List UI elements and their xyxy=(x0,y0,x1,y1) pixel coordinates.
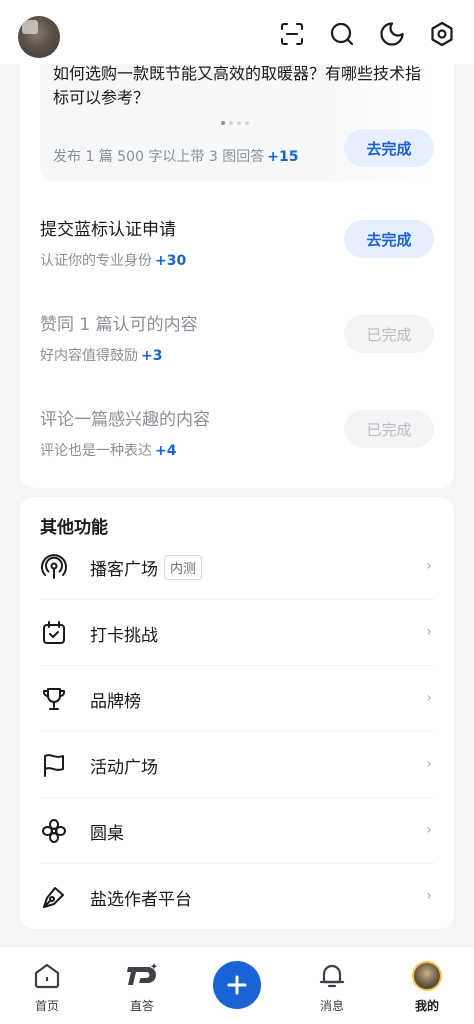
function-label: 活动广场 xyxy=(90,757,158,778)
bell-icon xyxy=(315,959,349,993)
task-bonus: +4 xyxy=(155,443,177,459)
carousel-dot xyxy=(237,121,241,125)
flower-icon xyxy=(40,817,68,845)
settings-icon[interactable] xyxy=(428,20,456,48)
function-label: 打卡挑战 xyxy=(90,625,158,646)
function-item-events[interactable]: 活动广场 › xyxy=(40,732,434,798)
function-item-podcast[interactable]: 播客广场 内测 › xyxy=(40,534,434,600)
task-comment-button[interactable]: 已完成 xyxy=(344,410,434,448)
nav-item-messages[interactable]: 消息 xyxy=(292,959,372,1014)
nav-item-home[interactable]: 首页 xyxy=(7,959,87,1014)
search-icon[interactable] xyxy=(328,20,356,48)
bottom-nav: 首页 直答 消息 我的 xyxy=(0,946,474,1024)
top-bar xyxy=(0,0,474,64)
function-label: 播客广场 xyxy=(90,559,158,580)
function-item-author-platform[interactable]: 盐选作者平台 › xyxy=(40,864,434,930)
beta-tag: 内测 xyxy=(164,554,203,580)
chevron-right-icon: › xyxy=(426,822,432,838)
task-bonus: +30 xyxy=(155,253,187,269)
nav-item-zhida[interactable]: 直答 xyxy=(102,959,182,1014)
trophy-icon xyxy=(40,685,68,713)
nav-label: 我的 xyxy=(414,999,439,1013)
task-upvote-button[interactable]: 已完成 xyxy=(344,315,434,353)
question-task-button[interactable]: 去完成 xyxy=(344,129,434,167)
task-bonus: +3 xyxy=(141,348,163,364)
other-functions-card: 其他功能 播客广场 内测 › 打卡挑战 › 品牌榜 › 活动广场 › 圆桌 › … xyxy=(20,497,454,929)
nav-label: 消息 xyxy=(319,999,344,1013)
task-desc: 认证你的专业身份 xyxy=(40,253,152,269)
carousel-dot xyxy=(229,121,233,125)
user-avatar[interactable] xyxy=(18,16,60,58)
question-text[interactable]: 如何选购一款既节能又高效的取暖器？有哪些技术指标可以参考？ xyxy=(53,62,423,110)
task-certification-button[interactable]: 去完成 xyxy=(344,220,434,258)
scan-icon[interactable] xyxy=(278,20,306,48)
carousel-dot xyxy=(245,121,249,125)
chevron-right-icon: › xyxy=(426,558,432,574)
moon-icon[interactable] xyxy=(378,20,406,48)
podcast-icon xyxy=(40,553,68,581)
chevron-right-icon: › xyxy=(426,888,432,904)
task-desc: 评论也是一种表达 xyxy=(40,443,152,459)
create-button[interactable] xyxy=(213,961,261,1009)
nav-label: 直答 xyxy=(129,999,154,1013)
task-desc: 好内容值得鼓励 xyxy=(40,348,138,364)
nav-label: 首页 xyxy=(34,999,59,1013)
function-item-checkin[interactable]: 打卡挑战 › xyxy=(40,600,434,666)
chevron-right-icon: › xyxy=(426,756,432,772)
nav-item-profile[interactable]: 我的 xyxy=(387,959,467,1014)
chevron-right-icon: › xyxy=(426,624,432,640)
tasks-card: 如何选购一款既节能又高效的取暖器？有哪些技术指标可以参考？ 发布 1 篇 500… xyxy=(20,40,454,488)
question-task-desc: 发布 1 篇 500 字以上带 3 图回答 xyxy=(53,149,265,165)
function-label: 盐选作者平台 xyxy=(90,889,192,910)
question-task-sub: 发布 1 篇 500 字以上带 3 图回答 +15 xyxy=(53,146,298,166)
plus-icon xyxy=(227,975,247,995)
calendar-check-icon xyxy=(40,619,68,647)
flag-icon xyxy=(40,751,68,779)
function-item-brand-ranking[interactable]: 品牌榜 › xyxy=(40,666,434,732)
chevron-right-icon: › xyxy=(426,690,432,706)
question-task-bonus: +15 xyxy=(267,149,299,165)
function-label: 品牌榜 xyxy=(90,691,141,712)
header-actions xyxy=(278,20,456,48)
avatar-icon xyxy=(410,959,444,993)
function-label: 圆桌 xyxy=(90,823,124,844)
profile-avatar xyxy=(412,961,442,991)
home-icon xyxy=(30,959,64,993)
carousel-dot xyxy=(221,121,225,125)
carousel-dots xyxy=(221,121,249,125)
function-item-roundtable[interactable]: 圆桌 › xyxy=(40,798,434,864)
zhida-icon xyxy=(125,959,159,993)
pen-icon xyxy=(40,883,68,911)
